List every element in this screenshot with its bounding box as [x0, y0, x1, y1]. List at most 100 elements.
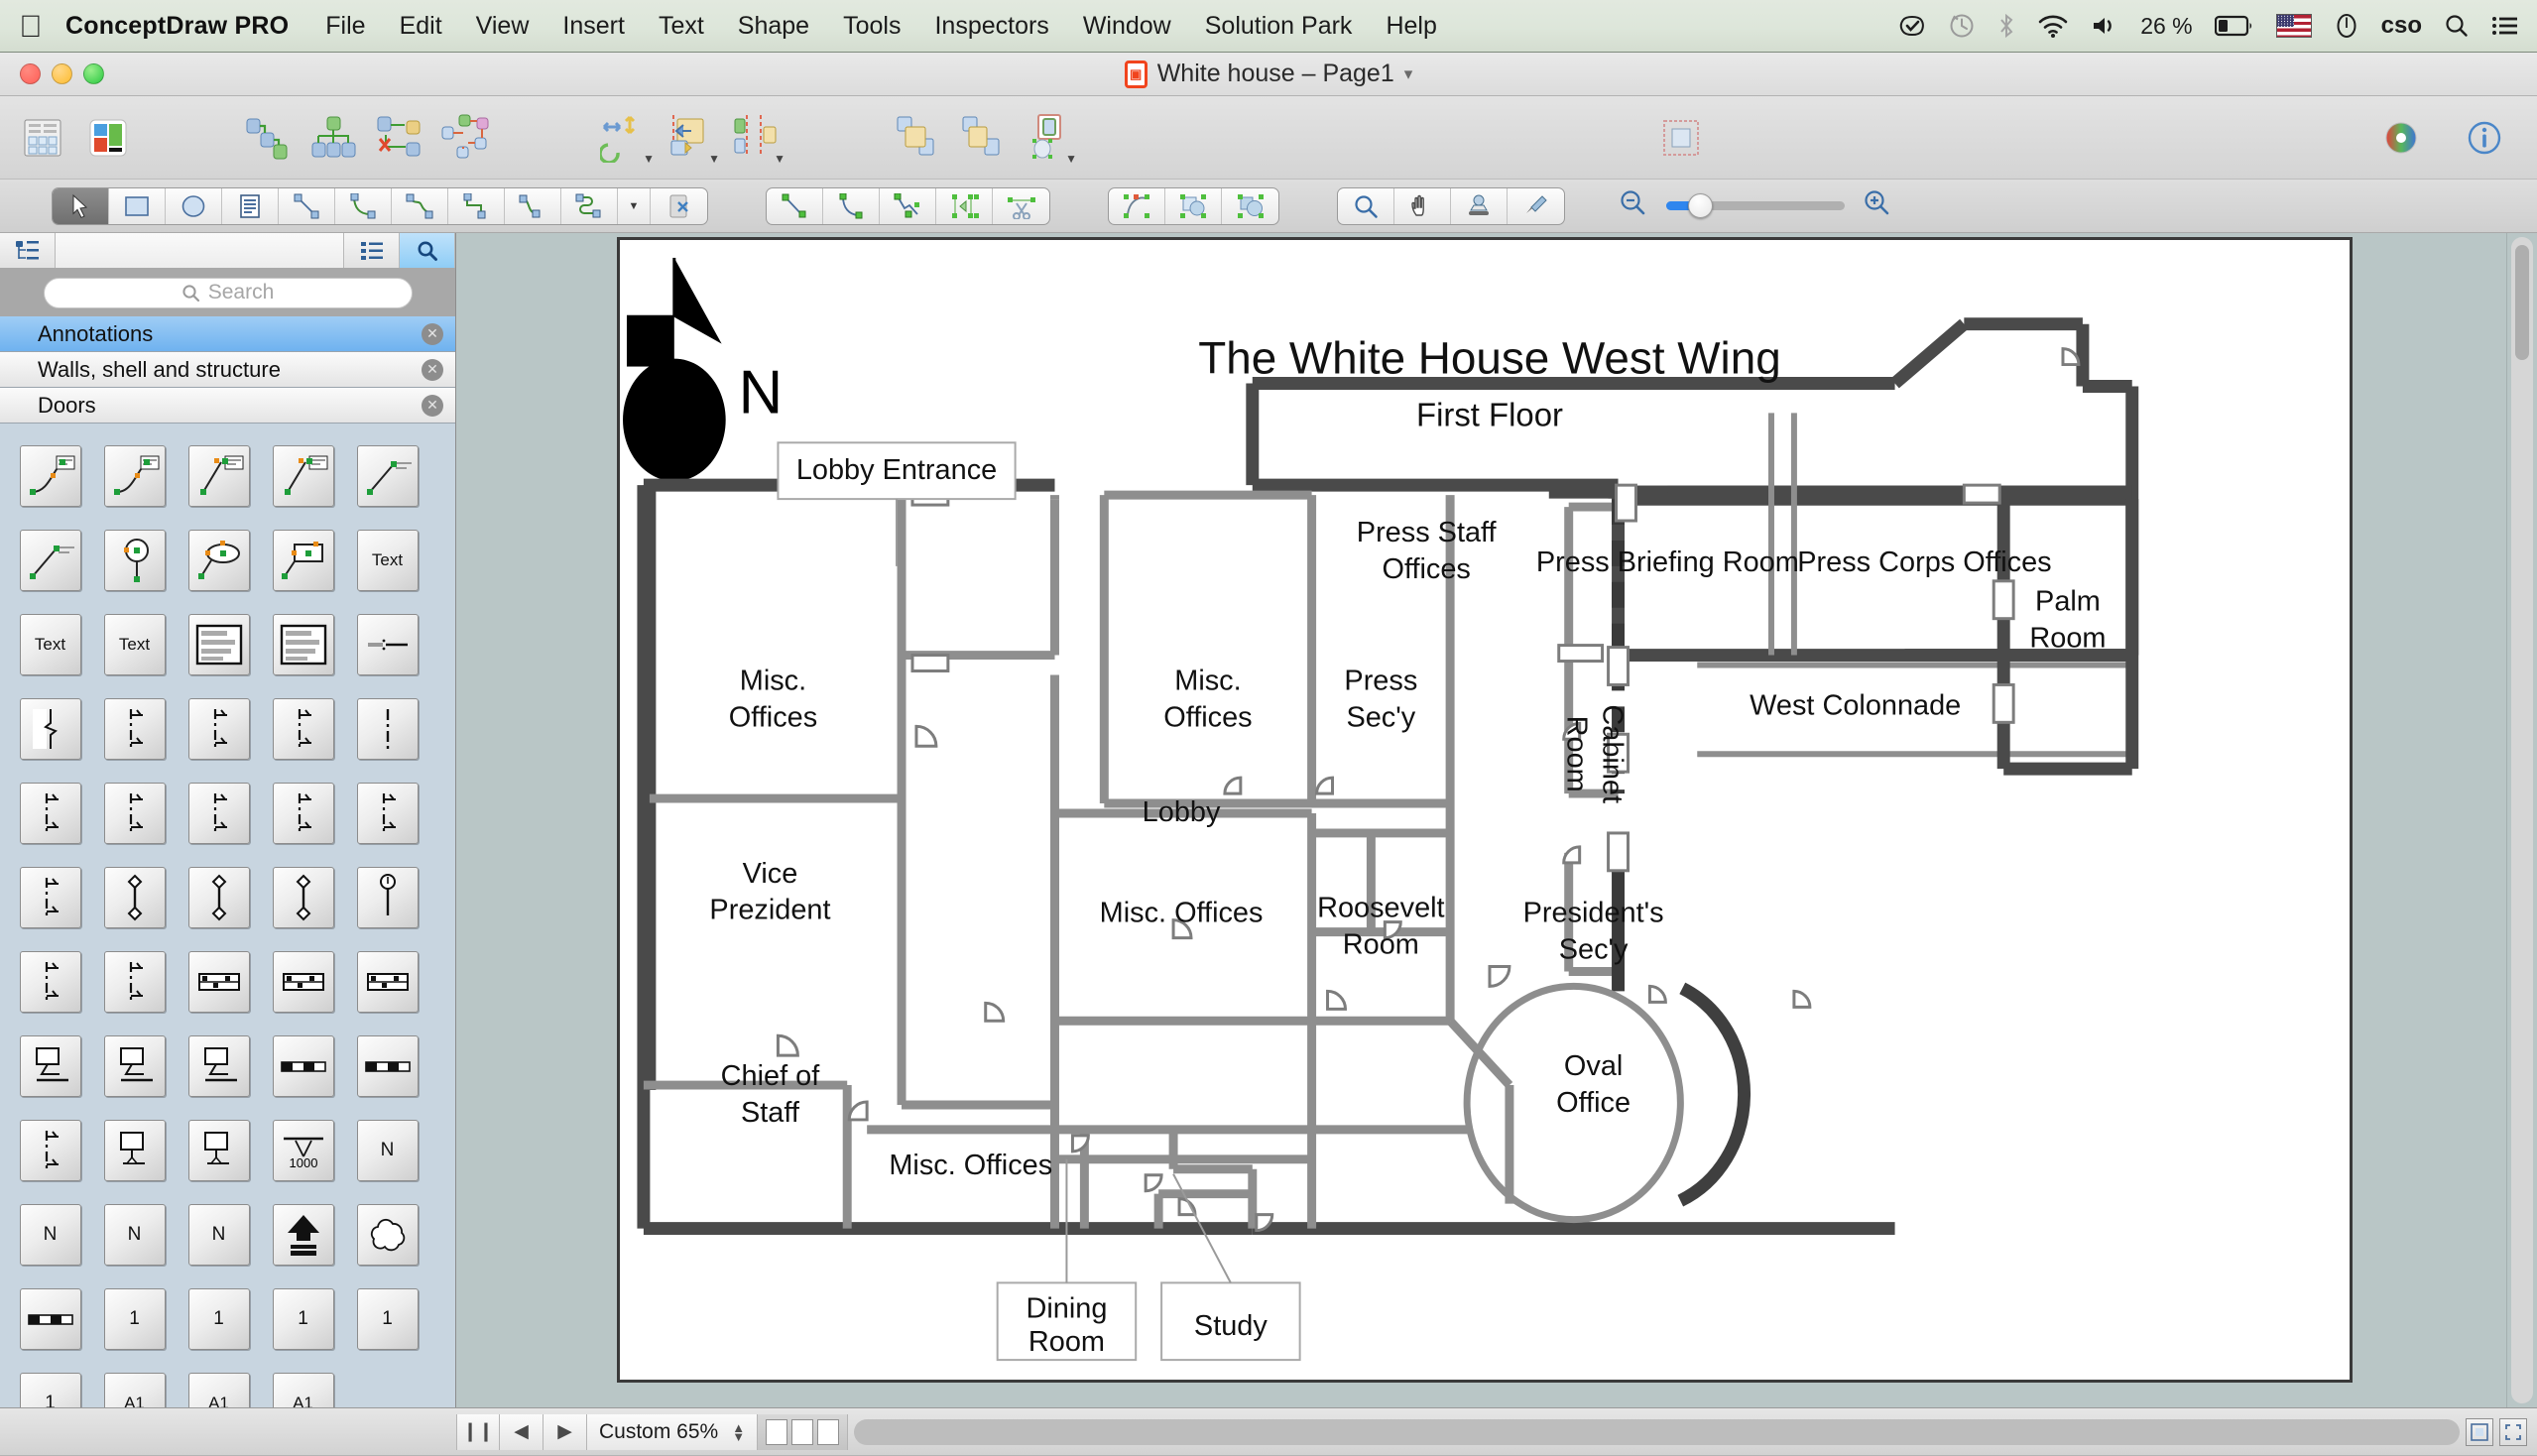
datum-line-icon[interactable]: [356, 782, 419, 844]
drawing-marker-icon[interactable]: [103, 1119, 166, 1181]
library-shape-cell[interactable]: [92, 1108, 177, 1192]
callout-curved-icon[interactable]: [19, 444, 81, 507]
library-shape-cell[interactable]: [345, 1192, 429, 1276]
zoom-slider[interactable]: [1666, 193, 1845, 218]
leader-dash-icon[interactable]: [356, 613, 419, 675]
library-shape-cell[interactable]: [261, 771, 345, 855]
text-block-tool[interactable]: [222, 187, 279, 224]
library-shape-cell[interactable]: [92, 686, 177, 771]
menu-item-shape[interactable]: Shape: [738, 12, 809, 41]
text-note-small-icon[interactable]: Text: [103, 613, 166, 675]
library-shape-cell[interactable]: 1: [177, 1276, 261, 1361]
north-arrow-solid-icon[interactable]: [272, 1203, 334, 1266]
title-block-icon[interactable]: [187, 613, 250, 675]
north-arrow-half-icon[interactable]: N: [187, 1203, 250, 1266]
break-line-icon[interactable]: [19, 697, 81, 760]
scale-bar-graphic-icon[interactable]: [356, 1034, 419, 1097]
callout-curved-boxed-icon[interactable]: [103, 444, 166, 507]
library-shape-cell[interactable]: [92, 855, 177, 939]
delete-connection-tool[interactable]: [651, 188, 707, 224]
library-shape-cell[interactable]: [261, 855, 345, 939]
wifi-icon[interactable]: [2037, 13, 2069, 39]
detail-circle-a1-icon[interactable]: A1: [103, 1372, 166, 1407]
hierarchy-layout-icon[interactable]: [305, 108, 363, 168]
flip-rotate-icon[interactable]: ▼: [597, 108, 655, 168]
battery-icon[interactable]: [2214, 14, 2254, 38]
weld-symbol-icon[interactable]: [19, 1034, 81, 1097]
library-shape-cell[interactable]: [8, 433, 92, 518]
match-line-icon[interactable]: [187, 950, 250, 1013]
menu-item-inspectors[interactable]: Inspectors: [934, 12, 1048, 41]
library-shape-cell[interactable]: N: [92, 1192, 177, 1276]
previous-page-icon[interactable]: ◀: [500, 1413, 544, 1450]
revision-marker-icon[interactable]: [272, 950, 334, 1013]
detail-callout-a1-icon[interactable]: A1: [187, 1372, 250, 1407]
detail-square-icon[interactable]: 1: [272, 1287, 334, 1350]
bluetooth-icon[interactable]: [1997, 12, 2015, 40]
intersect-shapes-tool[interactable]: [1165, 187, 1222, 224]
datum-tick-circle-icon[interactable]: [103, 950, 166, 1013]
weld-symbol-triple-icon[interactable]: [187, 1034, 250, 1097]
library-shape-cell[interactable]: [345, 939, 429, 1024]
menu-item-file[interactable]: File: [325, 12, 365, 41]
rectangle-tool[interactable]: [109, 187, 166, 224]
library-shape-cell[interactable]: [8, 855, 92, 939]
radial-layout-icon[interactable]: [436, 108, 494, 168]
library-shape-cell[interactable]: 1: [345, 1276, 429, 1361]
document-grid-icon[interactable]: [14, 108, 71, 168]
library-shape-cell[interactable]: A1: [92, 1361, 177, 1407]
library-shape-cell[interactable]: [8, 771, 92, 855]
library-shape-cell[interactable]: [8, 1276, 92, 1361]
cut-path-tool[interactable]: [993, 188, 1049, 224]
library-shape-cell[interactable]: [261, 1024, 345, 1108]
compass-rose-icon[interactable]: N: [103, 1203, 166, 1266]
library-shape-cell[interactable]: 1: [92, 1276, 177, 1361]
cloud-revision-icon[interactable]: [356, 1203, 419, 1266]
datum-tick-icon[interactable]: [19, 950, 81, 1013]
detail-triangle-2-icon[interactable]: 1: [187, 1287, 250, 1350]
callout-leader-icon[interactable]: [19, 529, 81, 591]
library-shape-cell[interactable]: [345, 433, 429, 518]
dropdown-arrow-icon[interactable]: ▼: [774, 152, 785, 166]
library-shape-cell[interactable]: [177, 433, 261, 518]
curved-connector-tool[interactable]: [335, 187, 392, 224]
info-icon[interactable]: [2456, 108, 2513, 168]
dropdown-arrow-icon[interactable]: ▼: [708, 152, 720, 166]
callout-circle-icon[interactable]: [103, 529, 166, 591]
detail-hexagon-icon[interactable]: 1: [356, 1287, 419, 1350]
library-shape-cell[interactable]: 1: [8, 1361, 92, 1407]
close-circle-icon[interactable]: ✕: [422, 358, 443, 381]
minimize-window-button[interactable]: [52, 63, 72, 84]
diamond-marker-down-icon[interactable]: [187, 866, 250, 928]
smart-connector-tool[interactable]: [392, 187, 448, 224]
library-shape-cell[interactable]: [92, 771, 177, 855]
color-wheel-icon[interactable]: [2372, 108, 2430, 168]
zoom-tool[interactable]: [1338, 187, 1394, 224]
detail-leader-a1-icon[interactable]: A1: [272, 1372, 334, 1407]
library-shape-cell[interactable]: Text: [8, 602, 92, 686]
revision-marker-alt-icon[interactable]: [356, 950, 419, 1013]
align-left-icon[interactable]: ▼: [663, 108, 720, 168]
ellipse-tool[interactable]: [166, 187, 222, 224]
menubar-user-label[interactable]: cso: [2381, 12, 2422, 40]
next-page-icon[interactable]: ▶: [544, 1413, 587, 1450]
library-tree-icon[interactable]: [0, 233, 56, 268]
library-shape-cell[interactable]: [177, 939, 261, 1024]
eyedropper-tool[interactable]: [1508, 188, 1564, 224]
fit-page-icon[interactable]: [2466, 1417, 2493, 1446]
library-shape-cell[interactable]: [92, 433, 177, 518]
elevation-marker-double-icon[interactable]: [272, 697, 334, 760]
diamond-marker-pair-icon[interactable]: [272, 866, 334, 928]
view-mode-single-page[interactable]: [766, 1418, 788, 1445]
task-check-icon[interactable]: [1898, 12, 1926, 40]
menu-item-window[interactable]: Window: [1083, 12, 1171, 41]
bezier-connector-tool[interactable]: [505, 187, 561, 224]
library-shape-cell[interactable]: [177, 771, 261, 855]
menu-item-view[interactable]: View: [476, 12, 530, 41]
weld-symbol-alt-icon[interactable]: [103, 1034, 166, 1097]
zoom-out-icon[interactable]: [1617, 188, 1650, 223]
close-window-button[interactable]: [20, 63, 41, 84]
north-arrow-compass-icon[interactable]: N: [356, 1119, 419, 1181]
title-block-lined-icon[interactable]: [272, 613, 334, 675]
send-backward-icon[interactable]: [954, 108, 1012, 168]
